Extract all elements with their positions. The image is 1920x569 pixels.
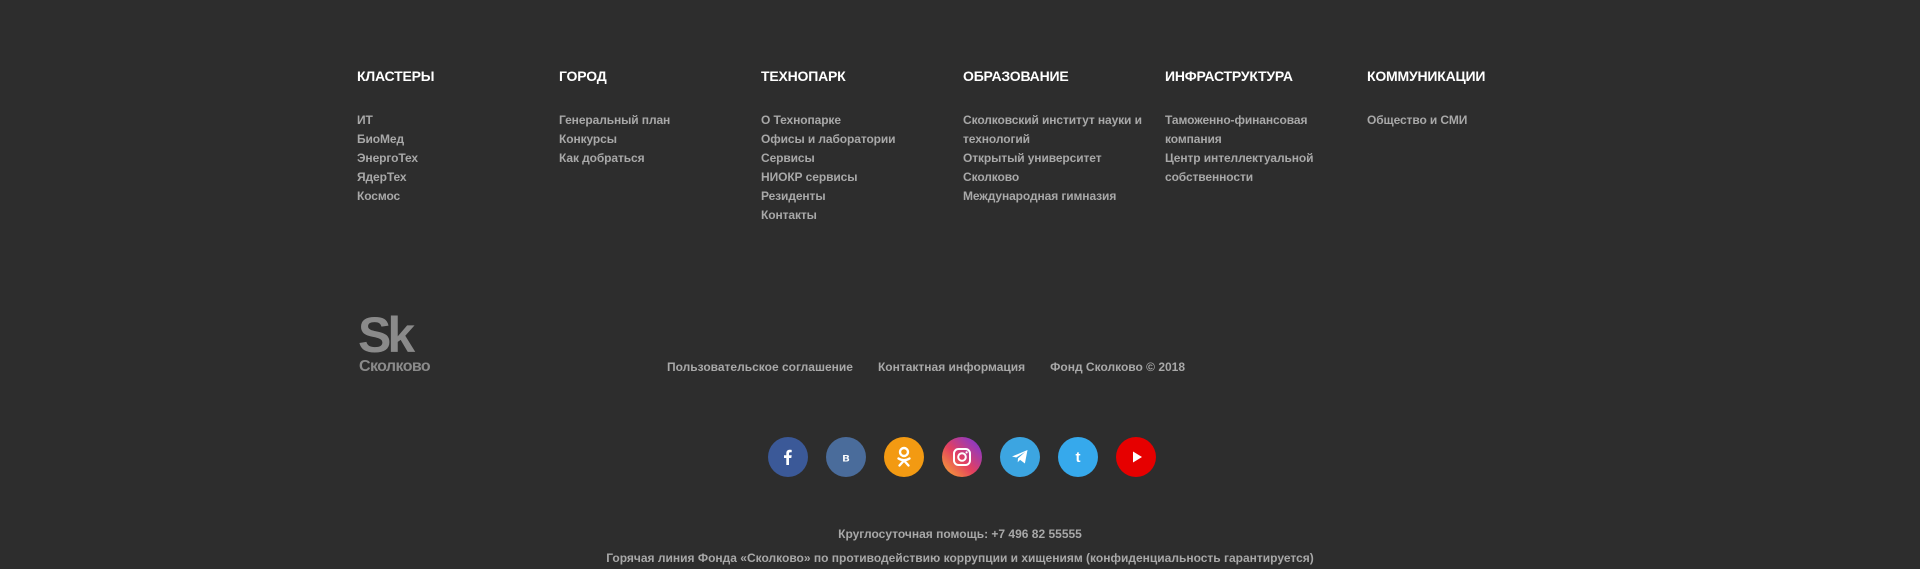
logo-wordmark: Сколково bbox=[359, 358, 431, 375]
logo-mark: Sk bbox=[358, 310, 415, 363]
footer-link-master-plan[interactable]: Генеральный план bbox=[559, 111, 749, 130]
footer-col-clusters: КЛАСТЕРЫ ИТ БиоМед ЭнергоТех ЯдерТех Кос… bbox=[357, 66, 559, 225]
ok-icon bbox=[897, 446, 911, 467]
footer-link-residents[interactable]: Резиденты bbox=[761, 187, 951, 206]
ok-button[interactable] bbox=[884, 437, 924, 477]
footer-link-contacts[interactable]: Контакты bbox=[761, 206, 951, 225]
svg-text:в: в bbox=[842, 451, 849, 465]
footer-link-biomed[interactable]: БиоМед bbox=[357, 130, 547, 149]
footer-link-contests[interactable]: Конкурсы bbox=[559, 130, 749, 149]
site-footer: КЛАСТЕРЫ ИТ БиоМед ЭнергоТех ЯдерТех Кос… bbox=[0, 0, 1920, 569]
youtube-button[interactable] bbox=[1116, 437, 1156, 477]
instagram-button[interactable] bbox=[942, 437, 982, 477]
twitter-button[interactable]: t bbox=[1058, 437, 1098, 477]
instagram-icon bbox=[953, 448, 971, 466]
footer-link-skoltech[interactable]: Сколковский институт науки и технологий bbox=[963, 111, 1153, 149]
contact-info-link[interactable]: Контактная информация bbox=[878, 360, 1025, 374]
vk-icon: в bbox=[842, 451, 849, 465]
social-links: в t bbox=[768, 437, 1174, 477]
telegram-icon bbox=[1012, 450, 1028, 464]
vk-button[interactable]: в bbox=[826, 437, 866, 477]
footer-link-society-media[interactable]: Общество и СМИ bbox=[1367, 111, 1557, 130]
skolkovo-logo[interactable]: Sk Сколково bbox=[358, 307, 454, 380]
telegram-button[interactable] bbox=[1000, 437, 1040, 477]
footer-col-technopark: ТЕХНОПАРК О Технопарке Офисы и лаборатор… bbox=[761, 66, 963, 225]
youtube-icon bbox=[1133, 451, 1142, 463]
footer-link-kosmos[interactable]: Космос bbox=[357, 187, 547, 206]
footer-link-directions[interactable]: Как добраться bbox=[559, 149, 749, 168]
skolkovo-logo-icon: Sk Сколково bbox=[358, 307, 431, 375]
footer-col-title: КЛАСТЕРЫ bbox=[357, 68, 435, 84]
footer-link-services[interactable]: Сервисы bbox=[761, 149, 951, 168]
footer-col-education: ОБРАЗОВАНИЕ Сколковский институт науки и… bbox=[963, 66, 1165, 225]
footer-link-offices-labs[interactable]: Офисы и лаборатории bbox=[761, 130, 951, 149]
footer-col-title: ТЕХНОПАРК bbox=[761, 68, 846, 84]
twitter-icon: t bbox=[1076, 449, 1081, 465]
svg-text:t: t bbox=[1076, 449, 1081, 465]
footer-col-title: ГОРОД bbox=[559, 68, 607, 84]
anticorruption-hotline[interactable]: Горячая линия Фонда «Сколково» по против… bbox=[0, 551, 1920, 565]
footer-link-customs-finance[interactable]: Таможенно-финансовая компания bbox=[1165, 111, 1355, 149]
facebook-icon bbox=[784, 449, 792, 465]
footer-link-gymnasium[interactable]: Международная гимназия bbox=[963, 187, 1153, 206]
support-hotline: Круглосуточная помощь: +7 496 82 55555 bbox=[838, 527, 1082, 541]
user-agreement-link[interactable]: Пользовательское соглашение bbox=[667, 360, 853, 374]
footer-col-title: ИНФРАСТРУКТУРА bbox=[1165, 68, 1293, 84]
footer-col-communications: КОММУНИКАЦИИ Общество и СМИ bbox=[1367, 66, 1569, 225]
footer-col-title: ОБРАЗОВАНИЕ bbox=[963, 68, 1069, 84]
footer-link-it[interactable]: ИТ bbox=[357, 111, 547, 130]
footer-link-rnd-services[interactable]: НИОКР сервисы bbox=[761, 168, 951, 187]
legal-links: Пользовательское соглашение Контактная и… bbox=[667, 360, 1210, 374]
footer-col-title: КОММУНИКАЦИИ bbox=[1367, 68, 1486, 84]
footer-col-city: ГОРОД Генеральный план Конкурсы Как добр… bbox=[559, 66, 761, 225]
footer-link-about-technopark[interactable]: О Технопарке bbox=[761, 111, 951, 130]
copyright: Фонд Сколково © 2018 bbox=[1050, 360, 1186, 374]
footer-link-yadertech[interactable]: ЯдерТех bbox=[357, 168, 547, 187]
footer-nav: КЛАСТЕРЫ ИТ БиоМед ЭнергоТех ЯдерТех Кос… bbox=[357, 66, 1569, 225]
facebook-button[interactable] bbox=[768, 437, 808, 477]
footer-link-open-university[interactable]: Открытый университет Сколково bbox=[963, 149, 1153, 187]
footer-link-energotech[interactable]: ЭнергоТех bbox=[357, 149, 547, 168]
footer-link-ip-center[interactable]: Центр интеллектуальной собственности bbox=[1165, 149, 1355, 187]
footer-col-infrastructure: ИНФРАСТРУКТУРА Таможенно-финансовая комп… bbox=[1165, 66, 1367, 225]
